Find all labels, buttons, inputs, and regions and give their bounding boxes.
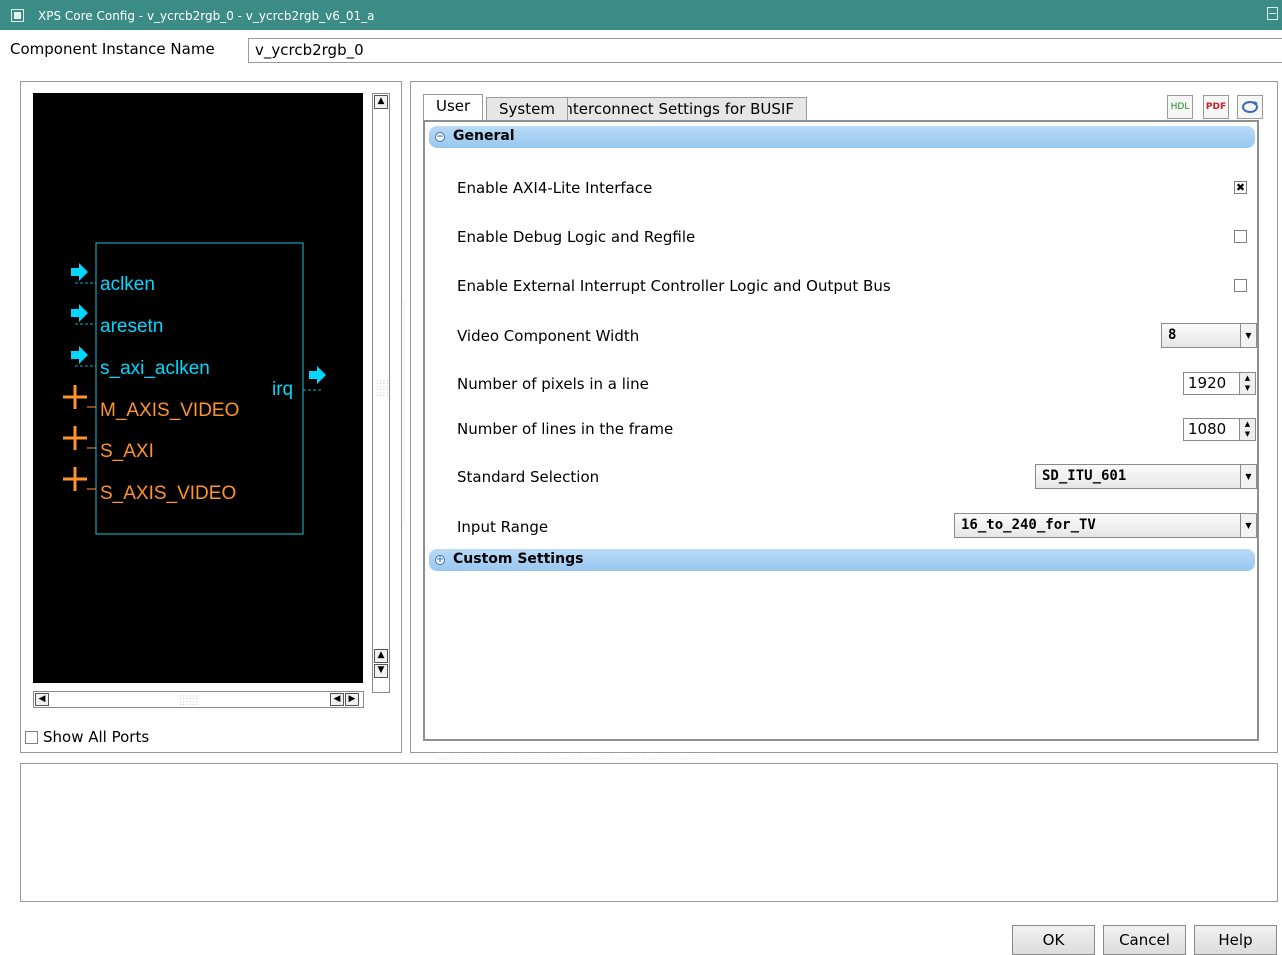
scroll-down-icon[interactable]: ▼ bbox=[374, 664, 388, 678]
instance-name-input[interactable]: v_ycrcb2rgb_0 bbox=[248, 38, 1282, 63]
arrow-right-icon bbox=[71, 304, 96, 325]
scroll-up-icon[interactable]: ▲ bbox=[374, 649, 388, 663]
show-all-ports-checkbox[interactable] bbox=[25, 730, 38, 744]
axi4-lite-label: Enable AXI4-Lite Interface bbox=[457, 179, 653, 197]
chevron-down-icon[interactable]: ▼ bbox=[1240, 324, 1256, 347]
window-menu-icon[interactable] bbox=[11, 9, 24, 22]
input-range-select[interactable]: 16_to_240_for_TV ▼ bbox=[954, 513, 1257, 538]
port-s-axis-video: S_AXIS_VIDEO bbox=[100, 483, 236, 504]
scroll-right-icon[interactable]: ▶ bbox=[345, 693, 359, 706]
lines-per-frame-label: Number of lines in the frame bbox=[457, 420, 674, 438]
expand-icon[interactable]: + bbox=[435, 555, 445, 565]
diagram-vertical-scrollbar[interactable]: ▲ :::::::::::: ▲ ▼ bbox=[372, 93, 390, 693]
debug-label: Enable Debug Logic and Regfile bbox=[457, 228, 696, 246]
block-diagram-panel: aclken aresetn s_axi_aclken M_AXIS_VIDEO… bbox=[20, 81, 402, 753]
horizontal-splitter[interactable]: ........................................… bbox=[438, 755, 714, 761]
input-range-label: Input Range bbox=[457, 518, 549, 536]
maximize-icon[interactable] bbox=[1267, 7, 1278, 20]
collapse-icon[interactable]: − bbox=[435, 132, 445, 142]
ext-interrupt-checkbox[interactable] bbox=[1234, 279, 1247, 292]
section-custom-settings[interactable]: + Custom Settings bbox=[429, 549, 1255, 571]
component-width-select[interactable]: 8 ▼ bbox=[1161, 323, 1257, 348]
decrement-icon[interactable]: ▼ bbox=[1240, 429, 1255, 439]
input-range-value: 16_to_240_for_TV bbox=[961, 517, 1096, 533]
block-diagram: aclken aresetn s_axi_aclken M_AXIS_VIDEO… bbox=[33, 93, 363, 683]
component-width-value: 8 bbox=[1168, 327, 1177, 343]
block-diagram-canvas: aclken aresetn s_axi_aclken M_AXIS_VIDEO… bbox=[63, 242, 326, 535]
tab-system[interactable]: System bbox=[486, 97, 568, 121]
diagram-horizontal-scrollbar[interactable]: ◀ :::::::::::: ◀ ▶ bbox=[33, 691, 364, 708]
description-area bbox=[20, 763, 1278, 902]
axi4-lite-checkbox[interactable]: ✖ bbox=[1234, 181, 1247, 194]
show-all-ports-label: Show All Ports bbox=[43, 728, 150, 746]
scroll-left-icon[interactable]: ◀ bbox=[35, 693, 49, 706]
window-title: XPS Core Config - v_ycrcb2rgb_0 - v_ycrc… bbox=[38, 9, 375, 23]
port-aresetn: aresetn bbox=[100, 316, 163, 337]
ext-interrupt-label: Enable External Interrupt Controller Log… bbox=[457, 277, 891, 295]
scroll-grip[interactable]: :::::::::::: bbox=[376, 379, 389, 398]
scroll-left-icon[interactable]: ◀ bbox=[330, 693, 344, 706]
settings-panel: Interconnect Settings for BUSIF System U… bbox=[410, 81, 1278, 753]
plus-icon bbox=[63, 385, 96, 409]
pdf-icon[interactable]: PDF bbox=[1203, 95, 1229, 119]
hdl-icon[interactable]: HDL bbox=[1167, 95, 1193, 119]
standard-selection-value: SD_ITU_601 bbox=[1042, 468, 1127, 484]
port-s-axi: S_AXI bbox=[100, 441, 154, 462]
arrow-right-icon bbox=[71, 263, 96, 284]
plus-icon bbox=[63, 467, 96, 491]
section-custom-label: Custom Settings bbox=[453, 551, 584, 567]
tab-user[interactable]: User bbox=[423, 94, 484, 121]
port-irq: irq bbox=[272, 379, 293, 400]
increment-icon[interactable]: ▲ bbox=[1240, 419, 1255, 429]
chevron-down-icon[interactable]: ▼ bbox=[1240, 514, 1256, 537]
lines-per-frame-value[interactable]: 1080 bbox=[1188, 420, 1226, 438]
scroll-grip[interactable]: :::::::::::: bbox=[179, 694, 199, 707]
pixels-per-line-spinner[interactable]: 1920 ▲ ▼ bbox=[1183, 372, 1256, 395]
standard-selection-select[interactable]: SD_ITU_601 ▼ bbox=[1035, 464, 1257, 489]
arrow-right-icon bbox=[71, 346, 96, 367]
debug-checkbox[interactable] bbox=[1234, 230, 1247, 243]
cancel-button[interactable]: Cancel bbox=[1103, 925, 1186, 955]
decrement-icon[interactable]: ▼ bbox=[1240, 383, 1255, 393]
scroll-up-icon[interactable]: ▲ bbox=[374, 95, 388, 109]
arrow-right-icon bbox=[303, 366, 326, 391]
user-tab-content: − General Enable AXI4-Lite Interface ✖ E… bbox=[423, 120, 1259, 741]
port-s-axi-aclken: s_axi_aclken bbox=[100, 358, 210, 379]
tab-interconnect[interactable]: Interconnect Settings for BUSIF bbox=[546, 97, 807, 121]
title-bar: XPS Core Config - v_ycrcb2rgb_0 - v_ycrc… bbox=[0, 0, 1282, 30]
chevron-down-icon[interactable]: ▼ bbox=[1240, 465, 1256, 488]
ok-button[interactable]: OK bbox=[1012, 925, 1095, 955]
refresh-icon[interactable] bbox=[1237, 95, 1263, 119]
show-all-ports[interactable]: Show All Ports bbox=[25, 728, 149, 746]
port-aclken: aclken bbox=[100, 274, 155, 295]
lines-per-frame-spinner[interactable]: 1080 ▲ ▼ bbox=[1183, 418, 1256, 441]
section-general[interactable]: − General bbox=[429, 126, 1255, 148]
standard-selection-label: Standard Selection bbox=[457, 468, 600, 486]
increment-icon[interactable]: ▲ bbox=[1240, 373, 1255, 383]
port-m-axis-video: M_AXIS_VIDEO bbox=[100, 400, 239, 421]
help-button[interactable]: Help bbox=[1194, 925, 1277, 955]
plus-icon bbox=[63, 426, 96, 450]
pixels-per-line-value[interactable]: 1920 bbox=[1188, 374, 1226, 392]
pixels-per-line-label: Number of pixels in a line bbox=[457, 375, 649, 393]
section-general-label: General bbox=[453, 128, 515, 144]
vertical-splitter[interactable]: ::::::::::::::::::::::::::::::::::::::::… bbox=[403, 300, 405, 526]
instance-name-label: Component Instance Name bbox=[10, 40, 215, 58]
component-width-label: Video Component Width bbox=[457, 327, 640, 345]
